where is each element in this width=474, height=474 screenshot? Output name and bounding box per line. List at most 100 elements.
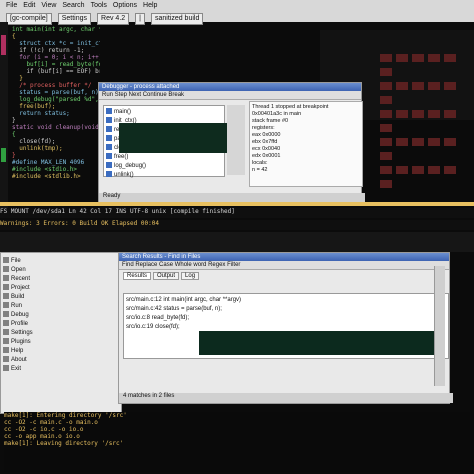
menu-item[interactable]: Edit [23, 1, 35, 11]
menu-item[interactable]: View [41, 1, 56, 11]
toolbar-button[interactable]: Rev 4.2 [97, 13, 130, 25]
side-panel: File Open Recent Project Build Run Debug Profil… [0, 252, 122, 414]
build-output: make[1]: Entering directory '/src' cc -O2… [4, 412, 470, 472]
panel-item[interactable]: Run [3, 302, 119, 311]
highlight-line [0, 202, 474, 206]
panel-item[interactable]: Debug [3, 311, 119, 320]
code-line: struct ctx *c = init_ctx(); [19, 40, 100, 47]
tab-log[interactable]: Log [181, 272, 200, 280]
item-icon [3, 338, 9, 345]
grid-cell [380, 68, 392, 76]
frame-label: log_debug() [114, 163, 147, 169]
debug-output: Thread 1 stopped at breakpoint 0x00401a3c… [249, 101, 363, 187]
menu-item[interactable]: File [6, 1, 17, 11]
panel-item[interactable]: Plugins [3, 338, 119, 347]
search-option[interactable]: Case [159, 262, 175, 268]
item-icon [3, 266, 9, 273]
output-line: eax 0x0000 [252, 132, 281, 138]
code-line: #include <stdio.h> [12, 166, 78, 173]
vertical-scrollbar[interactable] [434, 266, 445, 386]
frame-icon [106, 153, 112, 160]
panel-item-label: Profile [11, 321, 29, 327]
grid-cell [412, 110, 424, 118]
search-option[interactable]: Whole word [175, 262, 208, 268]
code-line: log_debug("parsed %d", n); [19, 96, 99, 103]
menu-item[interactable]: Tools [91, 1, 107, 11]
code-line: } [12, 117, 16, 124]
code-line: status = parse(buf, n); [12, 89, 100, 96]
stack-frame[interactable]: free() [106, 153, 222, 162]
frame-label: free() [114, 154, 129, 160]
output-line: ecx 0x0040 [252, 146, 281, 152]
stack-frame[interactable]: unlink() [106, 171, 222, 180]
toolbar-button[interactable]: sanitized build [150, 13, 204, 25]
frame-icon [106, 126, 112, 133]
stack-frame[interactable]: log_debug() [106, 162, 222, 171]
grid-cell [380, 82, 392, 90]
grid-cell [444, 110, 456, 118]
grid-cell [412, 54, 424, 62]
output-line: cc -O2 -c main.c -o main.o [4, 419, 98, 426]
panel-item[interactable]: Settings [3, 329, 119, 338]
output-line: make[1]: Leaving directory '/src' [4, 440, 124, 447]
code-editor[interactable]: int main(int argc, char **argv){ struct … [12, 26, 100, 212]
grid-cell [428, 54, 440, 62]
panel-item[interactable]: File [3, 257, 119, 266]
toolbar-button[interactable]: | [135, 13, 145, 25]
change-marker [1, 148, 6, 162]
panel-item-label: Run [11, 303, 23, 309]
menu-item[interactable]: Help [143, 1, 157, 11]
output-line: Thread 1 stopped at breakpoint [252, 104, 329, 110]
panel-item-label: Settings [11, 330, 33, 336]
code-line: } [12, 152, 16, 159]
menu-row: File Edit View Search Tools Options Help [0, 0, 474, 12]
tab-output[interactable]: Output [153, 272, 180, 280]
grid-cell [428, 110, 440, 118]
result-line[interactable]: src/main.c:42 status = parse(buf, n); [126, 305, 446, 314]
grid-cell [380, 54, 392, 62]
output-line: stack frame #0 [252, 118, 289, 124]
panel-item[interactable]: Project [3, 284, 119, 293]
panel-item[interactable]: Build [3, 293, 119, 302]
menu-item[interactable]: Options [113, 1, 137, 11]
search-option[interactable]: Regex [208, 262, 227, 268]
search-option[interactable]: Find [122, 262, 135, 268]
code-line: close(fd); [12, 138, 56, 145]
toolbar-button[interactable]: Settings [57, 13, 92, 25]
code-line: #define MAX_LEN 4096 [12, 159, 85, 166]
code-line: { [12, 33, 16, 40]
result-line[interactable]: src/io.c:8 read_byte(fd); [126, 314, 446, 323]
grid-cell [380, 96, 392, 104]
output-line: make[1]: Entering directory '/src' [4, 412, 127, 419]
grid-cell [412, 82, 424, 90]
search-option[interactable]: Filter [227, 262, 240, 268]
panel-item[interactable]: Profile [3, 320, 119, 329]
search-toolbar[interactable]: Find Replace Case Whole word Regex Filte… [119, 261, 449, 270]
status-strip: FS MOUNT /dev/sda1 Ln 42 Col 17 INS UTF-… [0, 208, 474, 218]
splitter[interactable] [227, 105, 245, 175]
panel-item[interactable]: Help [3, 347, 119, 356]
grid-cell [396, 82, 408, 90]
item-icon [3, 284, 9, 291]
code-line: { [12, 131, 16, 138]
output-line: cc -O2 -c io.c -o io.o [4, 426, 84, 433]
debugger-toolbar[interactable]: Run Step Next Continue Break [99, 91, 361, 100]
panel-item[interactable]: Open [3, 266, 119, 275]
result-line[interactable]: src/main.c:12 int main(int argc, char **… [126, 296, 446, 305]
panel-item-label: Recent [11, 276, 31, 282]
tab-results[interactable]: Results [123, 272, 152, 280]
code-line: #include <stdlib.h> [12, 173, 81, 180]
code-line: buf[i] = read_byte(fd); [12, 61, 100, 68]
search-option[interactable]: Replace [135, 262, 159, 268]
frame-label: unlink() [114, 172, 134, 178]
stack-frame[interactable]: main() [106, 108, 222, 117]
toolbar-button[interactable]: [gc-compile] [6, 13, 52, 25]
panel-item[interactable]: Recent [3, 275, 119, 284]
code-line: } [12, 75, 23, 82]
grid-cell [444, 138, 456, 146]
panel-item[interactable]: About [3, 356, 119, 365]
panel-item[interactable]: Exit [3, 365, 119, 374]
panel-item-label: Plugins [11, 339, 31, 345]
menu-item[interactable]: Search [62, 1, 84, 11]
result-tabs[interactable]: Results Output Log [119, 270, 449, 282]
